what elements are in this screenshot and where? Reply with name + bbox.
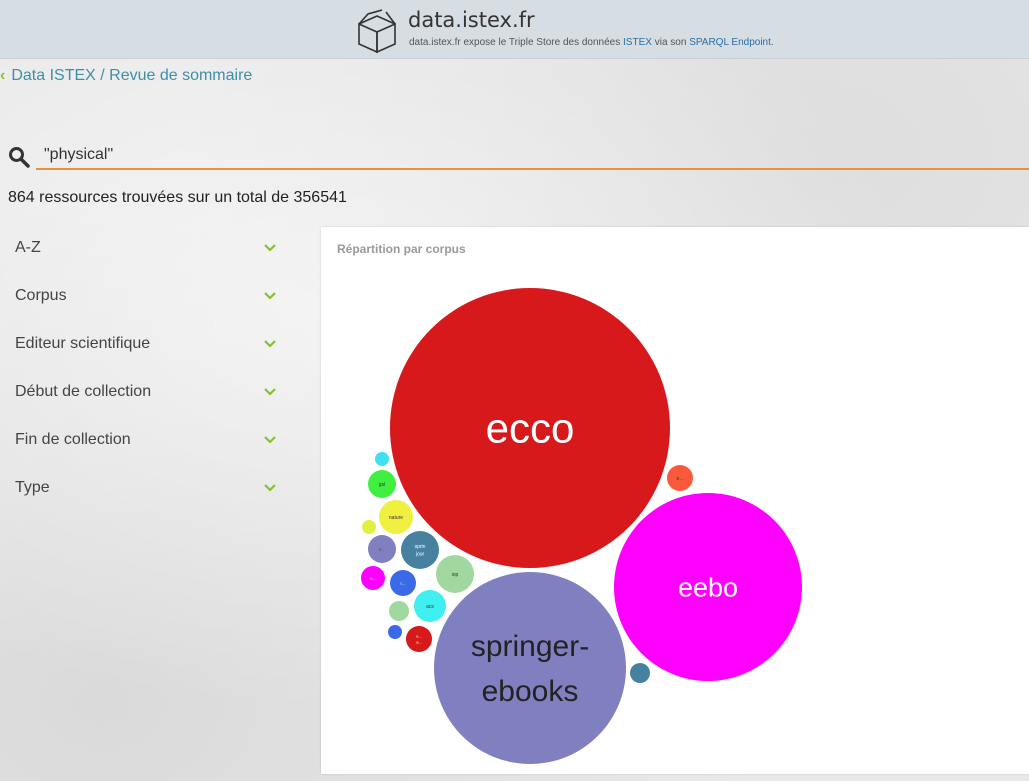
facet-list: A-Z Corpus Editeur scientifique Début de co… — [0, 226, 300, 514]
bubble-label: acs — [426, 604, 434, 610]
facet-label: Editeur scientifique — [15, 335, 151, 352]
breadcrumb-text[interactable]: Data ISTEX / Revue de sommaire — [11, 67, 252, 84]
breadcrumb[interactable]: ‹ Data ISTEX / Revue de sommaire — [0, 67, 252, 85]
facet-corpus[interactable]: Corpus — [0, 274, 300, 322]
bubble-unlabeled-15[interactable] — [389, 601, 409, 621]
result-count: 864 ressources trouvées sur un total de … — [8, 189, 347, 206]
bubble-label: ecco — [486, 405, 575, 452]
bubble-unlabeled-16[interactable] — [388, 625, 402, 639]
corpus-chart-panel: Répartition par corpus ecco springer-eboo… — [321, 227, 1029, 774]
facet-label: Corpus — [15, 287, 67, 304]
facet-label: Fin de collection — [15, 431, 131, 448]
bubble-springer-ebooks[interactable] — [434, 572, 626, 764]
search-bar — [8, 140, 1029, 172]
facet-label: A-Z — [15, 239, 41, 256]
istex-link[interactable]: ISTEX — [623, 37, 652, 48]
sparql-endpoint-link[interactable]: SPARQL Endpoint — [689, 37, 771, 48]
bubble-label: gsl — [379, 482, 385, 488]
facet-a-z[interactable]: A-Z — [0, 226, 300, 274]
box-logo-icon[interactable] — [356, 8, 398, 54]
facet-d-but-de-collection[interactable]: Début de collection — [0, 370, 300, 418]
bubble-unlabeled-5[interactable] — [375, 452, 389, 466]
bubble-label: c... — [400, 580, 405, 585]
site-title[interactable]: data.istex.fr — [408, 8, 535, 32]
chevron-down-icon — [264, 484, 276, 492]
chevron-down-icon — [264, 292, 276, 300]
chevron-left-icon: ‹ — [0, 67, 6, 84]
bubble-label: iop — [452, 572, 459, 578]
bubble-unlabeled-4[interactable] — [630, 663, 650, 683]
chevron-down-icon — [264, 244, 276, 252]
bubble-chart: eccospringer-ebookseeboe...gslnaturee...… — [361, 288, 802, 764]
bubble-sprin-jour[interactable] — [401, 531, 439, 569]
site-header: data.istex.fr data.istex.fr expose le Tr… — [0, 0, 1029, 59]
facet-editeur-scientifique[interactable]: Editeur scientifique — [0, 322, 300, 370]
bubble-label: nature — [389, 515, 403, 521]
bubble-label: eebo — [678, 572, 738, 602]
site-subtitle: data.istex.fr expose le Triple Store des… — [409, 37, 774, 48]
chevron-down-icon — [264, 436, 276, 444]
bubble-unlabeled-8[interactable] — [362, 520, 376, 534]
facet-type[interactable]: Type — [0, 466, 300, 514]
facet-label: Début de collection — [15, 383, 152, 400]
bubble-label: e... — [677, 476, 684, 482]
search-input[interactable] — [36, 142, 1029, 170]
bubble-label: sprin jour — [415, 544, 426, 558]
bubble-label: e... a... — [416, 633, 422, 644]
bubble-label: e... — [370, 575, 376, 580]
search-icon — [9, 147, 30, 168]
facet-fin-de-collection[interactable]: Fin de collection — [0, 418, 300, 466]
chevron-down-icon — [264, 388, 276, 396]
facet-label: Type — [15, 479, 50, 496]
bubble-label: e... — [379, 546, 385, 551]
chevron-down-icon — [264, 340, 276, 348]
